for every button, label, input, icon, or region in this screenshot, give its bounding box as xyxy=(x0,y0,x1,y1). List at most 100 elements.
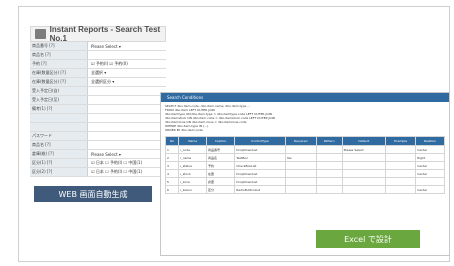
excel-cell xyxy=(341,177,387,186)
excel-col-header: ControlType xyxy=(234,136,286,146)
excel-cell: 予約 xyxy=(205,161,236,170)
excel-cell xyxy=(341,161,387,170)
excel-cell: 4 xyxy=(164,169,180,178)
excel-cell xyxy=(384,169,417,178)
form-row-label xyxy=(30,123,88,131)
excel-cell: i_code xyxy=(178,145,207,154)
excel-cell: DropDownList xyxy=(234,169,286,178)
excel-table-row: 4 i_stock 在庫 DropDownList Center xyxy=(164,169,445,178)
form-row: 受入予定日(自) xyxy=(30,87,166,96)
excel-cell xyxy=(315,161,343,170)
excel-cell xyxy=(284,185,317,194)
app-icon xyxy=(35,29,46,39)
form-row-value[interactable] xyxy=(88,87,166,95)
excel-cell: i_kubun xyxy=(178,185,207,194)
form-row-value[interactable] xyxy=(88,51,166,59)
form-row-value[interactable] xyxy=(88,132,166,140)
excel-cell: i_zone xyxy=(178,177,207,186)
form-row-label: 予約 [?] xyxy=(30,60,88,68)
excel-cell xyxy=(284,161,317,170)
excel-cell: Center xyxy=(415,169,445,178)
excel-cell xyxy=(384,153,417,162)
form-row: 商品番号 [?] Please Select ▾ xyxy=(30,42,166,51)
form-row-value[interactable]: ☑ 日本 ☐ 予約(I) ☐ 中国(1) xyxy=(88,168,166,176)
excel-table-row: 6 i_kubun 区分 RadioButtonList Center xyxy=(164,185,445,194)
form-row-label: 受入予定日(至) xyxy=(30,96,88,104)
excel-cell: 2 xyxy=(164,153,180,162)
excel-table-row: 5 i_zone 倉庫 DropDownList xyxy=(164,177,445,186)
excel-cell xyxy=(315,177,343,186)
excel-cell xyxy=(315,153,343,162)
form-row-label: 在庫(数量区分) [?] xyxy=(30,78,88,86)
excel-cell xyxy=(384,185,417,194)
excel-sql-line: ORDER BY dbo.item.code xyxy=(165,128,203,132)
form-row-value[interactable]: Please Select ▾ xyxy=(88,42,166,50)
excel-sql: SELECT dbo.item.code, dbo.item.name, dbo… xyxy=(161,102,449,134)
excel-table-row: 1 i_code 商品番号 DropDownList Please Select Cent… xyxy=(164,145,445,154)
form-row-value[interactable] xyxy=(88,141,166,149)
excel-cell xyxy=(315,145,343,154)
form-row xyxy=(30,114,166,123)
excel-cell: i_stock xyxy=(178,169,207,178)
excel-col-header: Relation xyxy=(415,136,445,146)
excel-cell xyxy=(284,145,317,154)
excel-cell xyxy=(384,177,417,186)
web-form-titlebar: Instant Reports - Search Test No.1 xyxy=(30,26,166,43)
excel-cell: DropDownList xyxy=(234,145,286,154)
form-row xyxy=(30,123,166,132)
form-row-label: パスワード xyxy=(30,132,88,140)
excel-table-row: 3 i_status 予約 CheckBoxList Center xyxy=(164,161,445,170)
excel-cell: Yes xyxy=(284,153,317,162)
excel-col-header: Caption xyxy=(205,136,236,146)
form-row-label: 商品名 [?] xyxy=(30,141,88,149)
web-form-panel: Instant Reports - Search Test No.1 商品番号 … xyxy=(30,26,166,250)
web-caption-badge: WEB 画面自動生成 xyxy=(34,186,152,202)
form-row: 受入予定日(至) xyxy=(30,96,166,105)
excel-cell: Center xyxy=(415,161,445,170)
excel-col-header: Required xyxy=(284,136,317,146)
form-row-label: 受入予定日(自) xyxy=(30,87,88,95)
excel-table-row: 2 i_name 商品名 TextBox Yes Right xyxy=(164,153,445,162)
form-row: 予約 [?] ☑ 予約(I) ☑ 予約(II) xyxy=(30,60,166,69)
excel-title: Search Conditions xyxy=(167,95,204,100)
excel-cell: TextBox xyxy=(234,153,286,162)
form-row-label: 商品番号 [?] xyxy=(30,42,88,50)
excel-cell xyxy=(415,177,445,186)
form-row-value[interactable]: 全選択区分 ▾ xyxy=(88,78,166,86)
form-row-label: 在庫(数量区分) [?] xyxy=(30,69,88,77)
excel-cell xyxy=(315,185,343,194)
excel-cell: Center xyxy=(415,185,445,194)
web-form-rows: 商品番号 [?] Please Select ▾ 商品名 [?] 予約 [?] ☑ 予約… xyxy=(30,42,166,177)
form-row: パスワード xyxy=(30,132,166,141)
form-row: 備考(1) [?] xyxy=(30,105,166,114)
excel-table-header-row: No Name Caption ControlType Required Pat… xyxy=(164,136,445,146)
excel-title-bar: Search Conditions xyxy=(161,93,449,102)
form-row-value[interactable]: Please Select ▾ xyxy=(88,150,166,158)
excel-table: No Name Caption ControlType Required Pat… xyxy=(164,136,445,194)
excel-cell: i_status xyxy=(178,161,207,170)
excel-cell: i_name xyxy=(178,153,207,162)
excel-cell xyxy=(384,145,417,154)
form-row: 区分(2) [?] ☑ 日本 ☐ 予約(I) ☐ 中国(1) xyxy=(30,168,166,177)
excel-col-header: No xyxy=(164,136,180,146)
excel-cell: 在庫 xyxy=(205,169,236,178)
form-row-label: 備考(1) [?] xyxy=(30,105,88,113)
form-row-value[interactable] xyxy=(88,114,166,122)
excel-table-body: 1 i_code 商品番号 DropDownList Please Select Cent… xyxy=(164,145,445,194)
excel-cell xyxy=(384,161,417,170)
form-row-value[interactable]: 全選択 ▾ xyxy=(88,69,166,77)
excel-cell xyxy=(341,153,387,162)
excel-cell: RadioButtonList xyxy=(234,185,286,194)
form-row-value[interactable] xyxy=(88,105,166,113)
form-row-label: 区分(1) [?] xyxy=(30,159,88,167)
form-row-value[interactable] xyxy=(88,96,166,104)
excel-cell: 倉庫 xyxy=(205,177,236,186)
excel-caption-badge: Excel で設計 xyxy=(316,230,420,248)
excel-cell: Please Select xyxy=(341,145,387,154)
form-row-value[interactable]: ☑ 予約(I) ☑ 予約(II) xyxy=(88,60,166,68)
form-row: 商品名 [?] xyxy=(30,51,166,60)
excel-cell xyxy=(341,185,387,194)
form-row-value[interactable]: ☑ 日本 ☐ 予約(I) ☐ 中国(1) xyxy=(88,159,166,167)
form-row-value[interactable] xyxy=(88,123,166,131)
form-row: 区分(1) [?] ☑ 日本 ☐ 予約(I) ☐ 中国(1) xyxy=(30,159,166,168)
